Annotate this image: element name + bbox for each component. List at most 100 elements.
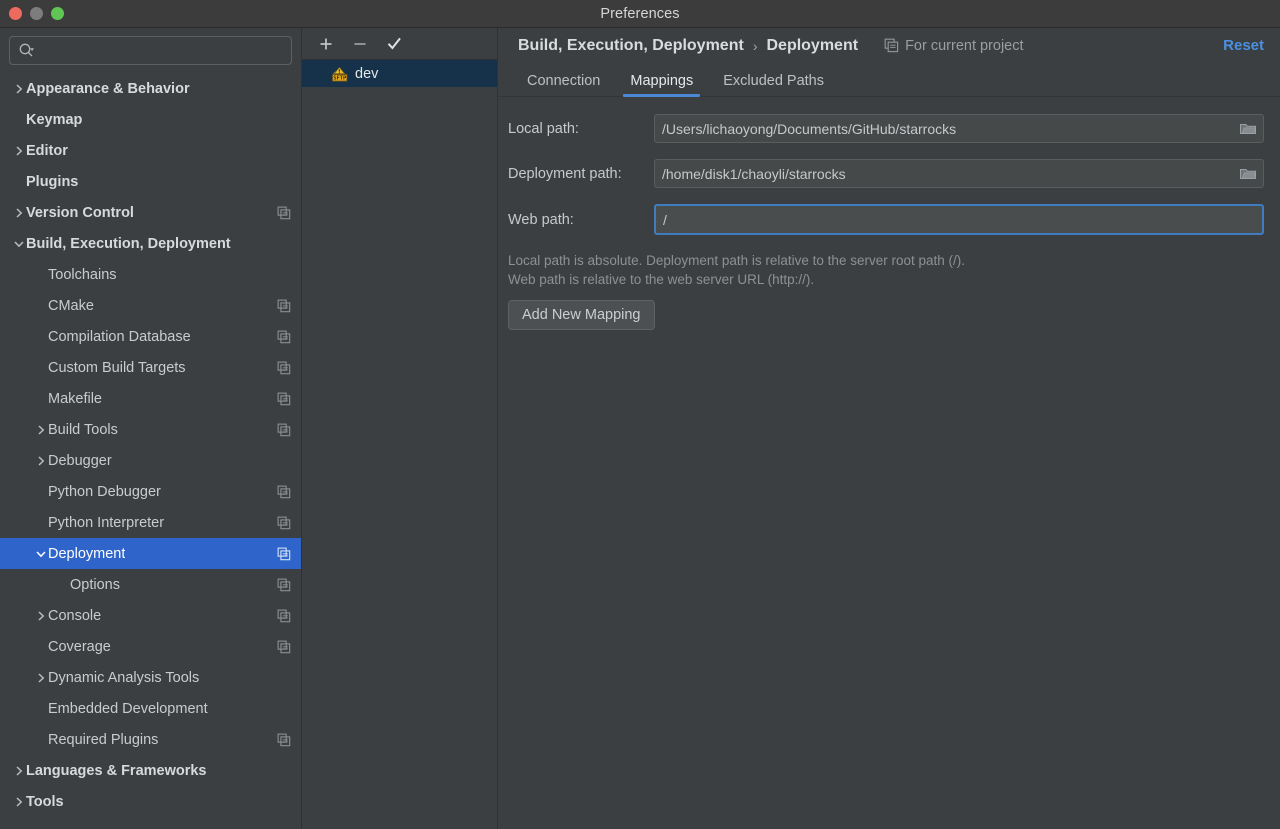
minimize-window-button[interactable] [30, 7, 43, 20]
sidebar-item-debugger[interactable]: Debugger [0, 445, 301, 476]
project-scope-icon [277, 485, 291, 499]
sidebar-item-options[interactable]: Options [0, 569, 301, 600]
chevron-right-icon[interactable] [12, 144, 26, 158]
sidebar-item-python-interpreter[interactable]: Python Interpreter [0, 507, 301, 538]
no-chevron-spacer [34, 392, 48, 406]
sidebar-item-embedded-development[interactable]: Embedded Development [0, 693, 301, 724]
sidebar-item-appearance-behavior[interactable]: Appearance & Behavior [0, 73, 301, 104]
sidebar-item-label: Tools [26, 793, 64, 810]
sidebar-item-build-tools[interactable]: Build Tools [0, 414, 301, 445]
field-value: /Users/lichaoyong/Documents/GitHub/starr… [662, 120, 957, 137]
sidebar-item-label: Debugger [48, 452, 112, 469]
sidebar-item-label: Build, Execution, Deployment [26, 235, 231, 252]
sidebar-item-plugins[interactable]: Plugins [0, 166, 301, 197]
chevron-down-icon[interactable] [12, 237, 26, 251]
chevron-right-icon[interactable] [34, 609, 48, 623]
sidebar-item-keymap[interactable]: Keymap [0, 104, 301, 135]
no-chevron-spacer [34, 516, 48, 530]
project-scope-icon [277, 640, 291, 654]
mapping-fields: Local path: /Users/lichaoyong/Documents/G… [508, 114, 1264, 235]
sidebar-item-version-control[interactable]: Version Control [0, 197, 301, 228]
remove-server-button[interactable] [350, 34, 370, 54]
field-label: Web path: [508, 211, 574, 228]
tab-connection[interactable]: Connection [512, 73, 615, 97]
sidebar-item-custom-build-targets[interactable]: Custom Build Targets [0, 352, 301, 383]
sidebar-item-label: Makefile [48, 390, 102, 407]
sidebar-item-required-plugins[interactable]: Required Plugins [0, 724, 301, 755]
field-value: /home/disk1/chaoyli/starrocks [662, 165, 846, 182]
no-chevron-spacer [12, 175, 26, 189]
search-icon [18, 42, 35, 59]
settings-sidebar: Appearance & Behavior Keymap Editor Plugins… [0, 28, 302, 829]
add-server-button[interactable] [316, 34, 336, 54]
copy-scope-icon [884, 38, 899, 53]
project-scope-icon [277, 578, 291, 592]
server-list[interactable]: SFTP dev [302, 60, 497, 829]
project-scope-icon [277, 547, 291, 561]
deployment-path-input[interactable]: /home/disk1/chaoyli/starrocks [654, 159, 1264, 188]
hint-line-1: Local path is absolute. Deployment path … [508, 253, 965, 268]
for-current-project-text: For current project [905, 37, 1024, 54]
field-label: Local path: [508, 120, 579, 137]
title-bar: Preferences [0, 0, 1280, 28]
browse-folder-icon[interactable] [1233, 160, 1263, 187]
search-input[interactable] [35, 43, 283, 58]
no-chevron-spacer [34, 299, 48, 313]
sidebar-item-dynamic-analysis-tools[interactable]: Dynamic Analysis Tools [0, 662, 301, 693]
settings-tree[interactable]: Appearance & Behavior Keymap Editor Plugins… [0, 71, 301, 829]
sidebar-item-cmake[interactable]: CMake [0, 290, 301, 321]
chevron-right-icon[interactable] [34, 423, 48, 437]
chevron-right-icon[interactable] [12, 82, 26, 96]
tab-mappings[interactable]: Mappings [615, 73, 708, 97]
chevron-right-icon[interactable] [34, 454, 48, 468]
sidebar-item-label: Python Interpreter [48, 514, 165, 531]
sidebar-item-label: Keymap [26, 111, 83, 128]
sidebar-item-compilation-database[interactable]: Compilation Database [0, 321, 301, 352]
maximize-window-button[interactable] [51, 7, 64, 20]
mappings-hint: Local path is absolute. Deployment path … [508, 251, 1264, 289]
chevron-right-icon[interactable] [12, 764, 26, 778]
sidebar-item-label: Coverage [48, 638, 111, 655]
reset-button[interactable]: Reset [1223, 37, 1264, 54]
add-new-mapping-button[interactable]: Add New Mapping [508, 300, 655, 330]
no-chevron-spacer [34, 361, 48, 375]
project-scope-icon [277, 206, 291, 220]
field-label: Deployment path: [508, 165, 622, 182]
chevron-right-icon[interactable] [12, 206, 26, 220]
sidebar-item-label: Options [70, 576, 120, 593]
chevron-right-icon[interactable] [34, 671, 48, 685]
settings-tabs[interactable]: Connection Mappings Excluded Paths [498, 63, 1280, 97]
search-box[interactable] [9, 36, 292, 65]
sidebar-item-deployment[interactable]: Deployment [0, 538, 301, 569]
sidebar-item-coverage[interactable]: Coverage [0, 631, 301, 662]
sidebar-item-label: Dynamic Analysis Tools [48, 669, 200, 686]
sidebar-item-label: Appearance & Behavior [26, 80, 190, 97]
local-path-input[interactable]: /Users/lichaoyong/Documents/GitHub/starr… [654, 114, 1264, 143]
sidebar-item-label: Version Control [26, 204, 134, 221]
sidebar-item-languages-frameworks[interactable]: Languages & Frameworks [0, 755, 301, 786]
close-window-button[interactable] [9, 7, 22, 20]
sidebar-item-console[interactable]: Console [0, 600, 301, 631]
sidebar-item-label: Plugins [26, 173, 79, 190]
mapping-field-row: Local path: /Users/lichaoyong/Documents/G… [508, 114, 1264, 143]
no-chevron-spacer [34, 485, 48, 499]
browse-folder-icon[interactable] [1233, 115, 1263, 142]
chevron-down-icon[interactable] [34, 547, 48, 561]
tab-excluded-paths[interactable]: Excluded Paths [708, 73, 839, 97]
window-title: Preferences [600, 5, 680, 22]
sidebar-item-makefile[interactable]: Makefile [0, 383, 301, 414]
sidebar-item-toolchains[interactable]: Toolchains [0, 259, 301, 290]
sidebar-item-build-execution-deployment[interactable]: Build, Execution, Deployment [0, 228, 301, 259]
set-default-button[interactable] [384, 34, 404, 54]
project-scope-icon [277, 733, 291, 747]
breadcrumb-separator: › [752, 37, 758, 54]
search-container [0, 28, 301, 71]
sidebar-item-editor[interactable]: Editor [0, 135, 301, 166]
chevron-right-icon[interactable] [12, 795, 26, 809]
sidebar-item-tools[interactable]: Tools [0, 786, 301, 817]
web-path-input[interactable]: / [654, 204, 1264, 235]
sidebar-item-python-debugger[interactable]: Python Debugger [0, 476, 301, 507]
no-chevron-spacer [34, 268, 48, 282]
server-list-item[interactable]: SFTP dev [302, 60, 497, 87]
field-value: / [663, 211, 667, 228]
